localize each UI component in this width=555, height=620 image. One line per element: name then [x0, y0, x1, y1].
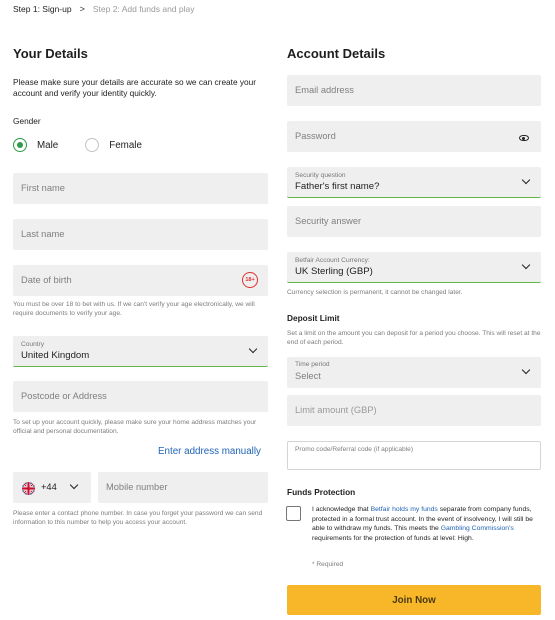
- time-period-value: Select: [295, 371, 321, 381]
- deposit-limit-note: Set a limit on the amount you can deposi…: [287, 330, 541, 346]
- gender-female-label[interactable]: Female: [109, 140, 142, 151]
- funds-text-part-1: I acknowledge that: [312, 506, 371, 513]
- mobile-number-field[interactable]: Mobile number: [98, 472, 268, 503]
- security-answer-field[interactable]: Security answer: [287, 206, 541, 237]
- postcode-field[interactable]: Postcode or Address: [13, 381, 268, 412]
- chevron-down-icon: [521, 260, 531, 270]
- gender-male-radio[interactable]: [13, 138, 27, 152]
- funds-protection-checkbox[interactable]: [286, 506, 301, 521]
- address-note: To set up your account quickly, please m…: [13, 419, 257, 435]
- chevron-down-icon: [521, 365, 531, 375]
- time-period-label: Time period: [295, 361, 330, 368]
- currency-label: Betfair Account Currency:: [295, 257, 370, 264]
- gender-male-label[interactable]: Male: [37, 140, 58, 151]
- first-name-field[interactable]: First name: [13, 173, 268, 204]
- gender-label: Gender: [13, 116, 41, 126]
- chevron-right-icon: >: [79, 4, 85, 14]
- security-answer-placeholder: Security answer: [295, 216, 362, 226]
- join-now-button[interactable]: Join Now: [287, 585, 541, 615]
- password-field[interactable]: Password: [287, 121, 541, 152]
- last-name-placeholder: Last name: [21, 229, 65, 239]
- funds-text-part-3: requirements for the protection of funds…: [312, 534, 474, 542]
- security-question-label: Security question: [295, 172, 346, 179]
- postcode-placeholder: Postcode or Address: [21, 391, 107, 401]
- password-placeholder: Password: [295, 131, 336, 141]
- date-of-birth-placeholder: Date of birth: [21, 275, 72, 285]
- breadcrumb: Step 1: Sign-up > Step 2: Add funds and …: [13, 4, 194, 14]
- country-select[interactable]: Country United Kingdom: [13, 336, 268, 367]
- gender-radio-group: Male Female: [13, 138, 142, 152]
- phone-code-value: +44: [41, 482, 57, 492]
- currency-note: Currency selection is permanent, it cann…: [287, 289, 463, 296]
- country-value: United Kingdom: [21, 350, 90, 361]
- required-note: * Required: [312, 561, 344, 568]
- uk-flag-icon: [22, 482, 35, 495]
- funds-protection-heading: Funds Protection: [287, 487, 356, 497]
- chevron-down-icon: [69, 480, 79, 490]
- email-placeholder: Email address: [295, 85, 354, 95]
- currency-value: UK Sterling (GBP): [295, 266, 373, 277]
- gender-female-radio[interactable]: [85, 138, 100, 152]
- step-1-label: Step 1: Sign-up: [13, 4, 72, 14]
- your-details-intro: Please make sure your details are accura…: [13, 77, 257, 98]
- limit-amount-placeholder: Limit amount (GBP): [295, 405, 377, 415]
- email-field[interactable]: Email address: [287, 75, 541, 106]
- your-details-heading: Your Details: [13, 46, 88, 61]
- limit-amount-field[interactable]: Limit amount (GBP): [287, 395, 541, 426]
- phone-code-select[interactable]: +44: [13, 472, 91, 503]
- phone-note: Please enter a contact phone number. In …: [13, 510, 263, 526]
- mobile-number-placeholder: Mobile number: [106, 482, 168, 492]
- last-name-field[interactable]: Last name: [13, 219, 268, 250]
- chevron-down-icon: [248, 344, 258, 354]
- eye-icon[interactable]: [519, 135, 529, 141]
- promo-code-placeholder: Promo code/Referral code (if applicable): [295, 446, 414, 453]
- country-label: Country: [21, 341, 45, 348]
- chevron-down-icon: [521, 175, 531, 185]
- currency-select[interactable]: Betfair Account Currency: UK Sterling (G…: [287, 252, 541, 283]
- enter-address-manually-link[interactable]: Enter address manually: [158, 446, 261, 457]
- funds-protection-text: I acknowledge that Betfair holds my fund…: [312, 505, 540, 543]
- date-of-birth-field[interactable]: Date of birth 18+: [13, 265, 268, 296]
- age-18-icon: 18+: [242, 272, 258, 288]
- step-2-label: Step 2: Add funds and play: [92, 4, 195, 14]
- account-details-heading: Account Details: [287, 46, 386, 61]
- gambling-commission-link[interactable]: Gambling Commission's: [441, 525, 514, 532]
- time-period-select[interactable]: Time period Select: [287, 357, 541, 388]
- security-question-select[interactable]: Security question Father's first name?: [287, 167, 541, 198]
- betfair-holds-funds-link[interactable]: Betfair holds my funds: [371, 506, 438, 513]
- first-name-placeholder: First name: [21, 183, 65, 193]
- deposit-limit-heading: Deposit Limit: [287, 313, 340, 323]
- promo-code-field[interactable]: Promo code/Referral code (if applicable): [287, 441, 541, 470]
- age-note: You must be over 18 to bet with us. If w…: [13, 301, 255, 317]
- security-question-value: Father's first name?: [295, 181, 380, 192]
